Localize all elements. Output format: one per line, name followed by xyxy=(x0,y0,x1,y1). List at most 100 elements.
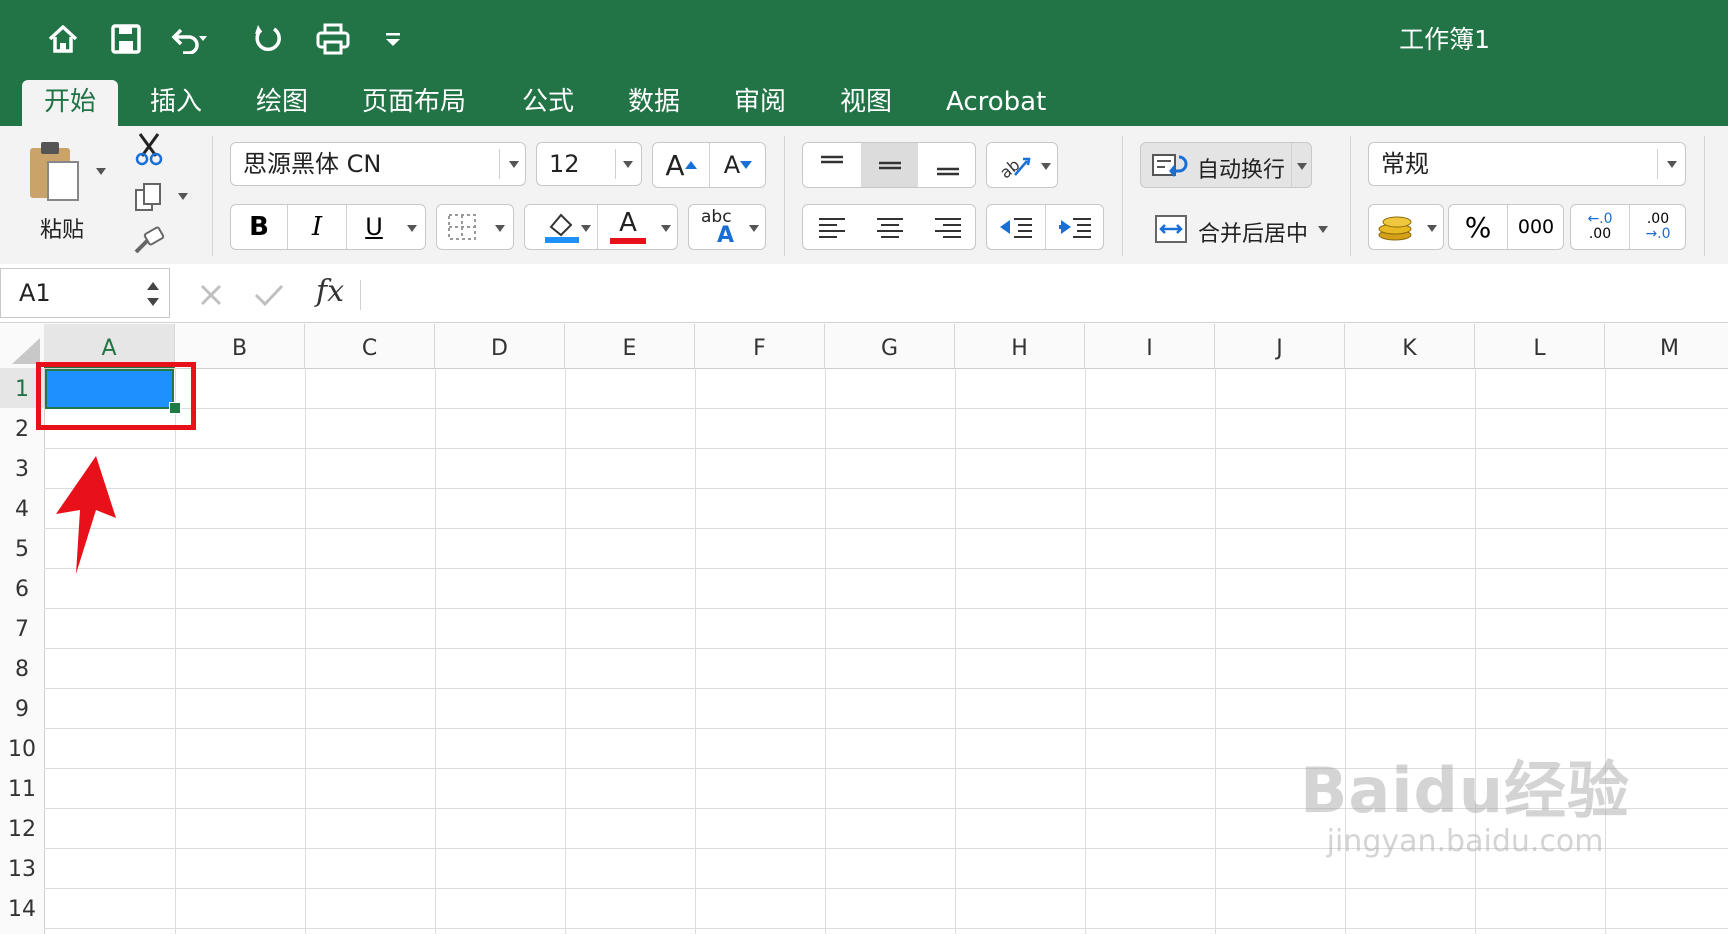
gridline xyxy=(44,488,1728,489)
column-header-L[interactable]: L xyxy=(1475,324,1605,368)
borders-button[interactable] xyxy=(436,204,514,250)
tab-draw[interactable]: 绘图 xyxy=(234,80,330,126)
home-icon[interactable] xyxy=(42,18,84,60)
tab-data[interactable]: 数据 xyxy=(606,80,702,126)
column-header-G[interactable]: G xyxy=(825,324,955,368)
accounting-format-button[interactable] xyxy=(1368,204,1444,250)
enter-icon[interactable] xyxy=(252,280,286,310)
bold-button[interactable]: B xyxy=(231,205,287,249)
column-header-D[interactable]: D xyxy=(435,324,565,368)
increase-decimal-top: ←.0 xyxy=(1587,211,1613,227)
column-header-M[interactable]: M xyxy=(1605,324,1728,368)
row-header-9[interactable]: 9 xyxy=(0,688,44,728)
row-header-10[interactable]: 10 xyxy=(0,728,44,768)
align-right-button[interactable] xyxy=(919,205,976,249)
increase-decimal-bottom: .00 xyxy=(1588,226,1612,242)
column-header-J[interactable]: J xyxy=(1215,324,1345,368)
column-header-C[interactable]: C xyxy=(305,324,435,368)
decrease-decimal-button[interactable]: .00 →.0 xyxy=(1630,205,1686,249)
gridline xyxy=(44,408,1728,409)
insert-function-button[interactable]: fx xyxy=(316,274,344,309)
separator xyxy=(212,136,213,256)
column-header-E[interactable]: E xyxy=(565,324,695,368)
gridline xyxy=(565,368,566,934)
cut-icon[interactable] xyxy=(134,132,164,166)
thousands-button[interactable]: 000 xyxy=(1508,205,1564,249)
name-box-value: A1 xyxy=(19,279,51,307)
row-header-13[interactable]: 13 xyxy=(0,848,44,888)
cancel-icon[interactable] xyxy=(196,280,226,310)
gridline xyxy=(1085,368,1086,934)
row-header-11[interactable]: 11 xyxy=(0,768,44,808)
column-header-F[interactable]: F xyxy=(695,324,825,368)
row-header-12[interactable]: 12 xyxy=(0,808,44,848)
align-left-button[interactable] xyxy=(803,205,860,249)
row-header-5[interactable]: 5 xyxy=(0,528,44,568)
align-bottom-icon xyxy=(936,167,959,176)
redo-icon[interactable] xyxy=(247,18,289,60)
column-header-H[interactable]: H xyxy=(955,324,1085,368)
paste-dropdown-icon[interactable] xyxy=(96,168,106,175)
increase-decimal-button[interactable]: ←.0 .00 xyxy=(1571,205,1629,249)
format-painter-icon[interactable] xyxy=(132,226,166,256)
font-size-select[interactable]: 12 xyxy=(536,142,642,186)
percent-button[interactable]: % xyxy=(1449,205,1507,249)
row-header-7[interactable]: 7 xyxy=(0,608,44,648)
align-middle-button[interactable] xyxy=(861,143,918,187)
chevron-down-icon xyxy=(1667,161,1677,168)
name-box[interactable]: A1 xyxy=(0,268,170,318)
column-header-K[interactable]: K xyxy=(1345,324,1475,368)
wrap-text-button[interactable]: 自动换行 xyxy=(1140,142,1312,188)
underline-dropdown-icon[interactable] xyxy=(407,225,417,232)
orientation-button[interactable]: ab xyxy=(986,142,1058,188)
font-name-value: 思源黑体 CN xyxy=(243,150,382,178)
gridline xyxy=(44,528,1728,529)
number-format-select[interactable]: 常规 xyxy=(1368,142,1686,186)
italic-button[interactable]: I xyxy=(288,205,346,249)
font-color-letter: A xyxy=(619,208,637,238)
row-header-6[interactable]: 6 xyxy=(0,568,44,608)
tab-home[interactable]: 开始 xyxy=(22,80,119,126)
align-center-button[interactable] xyxy=(861,205,918,249)
merge-center-label: 合并后居中 xyxy=(1198,222,1309,247)
undo-icon[interactable] xyxy=(168,18,210,60)
shrink-font-button[interactable]: A xyxy=(710,143,766,187)
increase-indent-button[interactable] xyxy=(1046,205,1104,249)
copy-dropdown-icon[interactable] xyxy=(178,193,188,200)
paste-icon[interactable] xyxy=(28,140,84,204)
tab-page-layout[interactable]: 页面布局 xyxy=(340,80,488,126)
formula-input[interactable] xyxy=(372,270,1712,314)
row-header-14[interactable]: 14 xyxy=(0,888,44,928)
name-box-stepper-icon[interactable] xyxy=(145,279,161,309)
align-top-button[interactable] xyxy=(803,143,860,187)
underline-button[interactable]: U xyxy=(347,205,401,249)
font-name-select[interactable]: 思源黑体 CN xyxy=(230,142,526,186)
grow-font-button[interactable]: A xyxy=(653,143,709,187)
shrink-font-letter: A xyxy=(723,151,741,179)
column-header-I[interactable]: I xyxy=(1085,324,1215,368)
arrow-up-icon xyxy=(50,452,120,576)
separator xyxy=(1350,136,1351,256)
gridline xyxy=(825,368,826,934)
font-color-button[interactable]: A xyxy=(598,205,658,249)
print-icon[interactable] xyxy=(312,18,354,60)
gridline xyxy=(695,368,696,934)
customize-icon[interactable] xyxy=(372,18,414,60)
chevron-down-icon xyxy=(1427,225,1437,232)
tab-formulas[interactable]: 公式 xyxy=(500,80,596,126)
horizontal-align-buttons xyxy=(802,204,976,250)
row-header-4[interactable]: 4 xyxy=(0,488,44,528)
copy-icon[interactable] xyxy=(134,182,164,212)
save-icon[interactable] xyxy=(105,18,147,60)
align-bottom-button[interactable] xyxy=(919,143,976,187)
align-top-icon xyxy=(820,155,843,164)
decrease-indent-button[interactable] xyxy=(987,205,1045,249)
merge-center-button[interactable]: 合并后居中 xyxy=(1148,210,1338,250)
tab-insert[interactable]: 插入 xyxy=(128,80,224,126)
row-header-3[interactable]: 3 xyxy=(0,448,44,488)
tab-acrobat[interactable]: Acrobat xyxy=(924,80,1068,126)
row-header-8[interactable]: 8 xyxy=(0,648,44,688)
tab-review[interactable]: 审阅 xyxy=(712,80,808,126)
phonetic-button[interactable]: abc A xyxy=(688,204,766,250)
tab-view[interactable]: 视图 xyxy=(818,80,914,126)
